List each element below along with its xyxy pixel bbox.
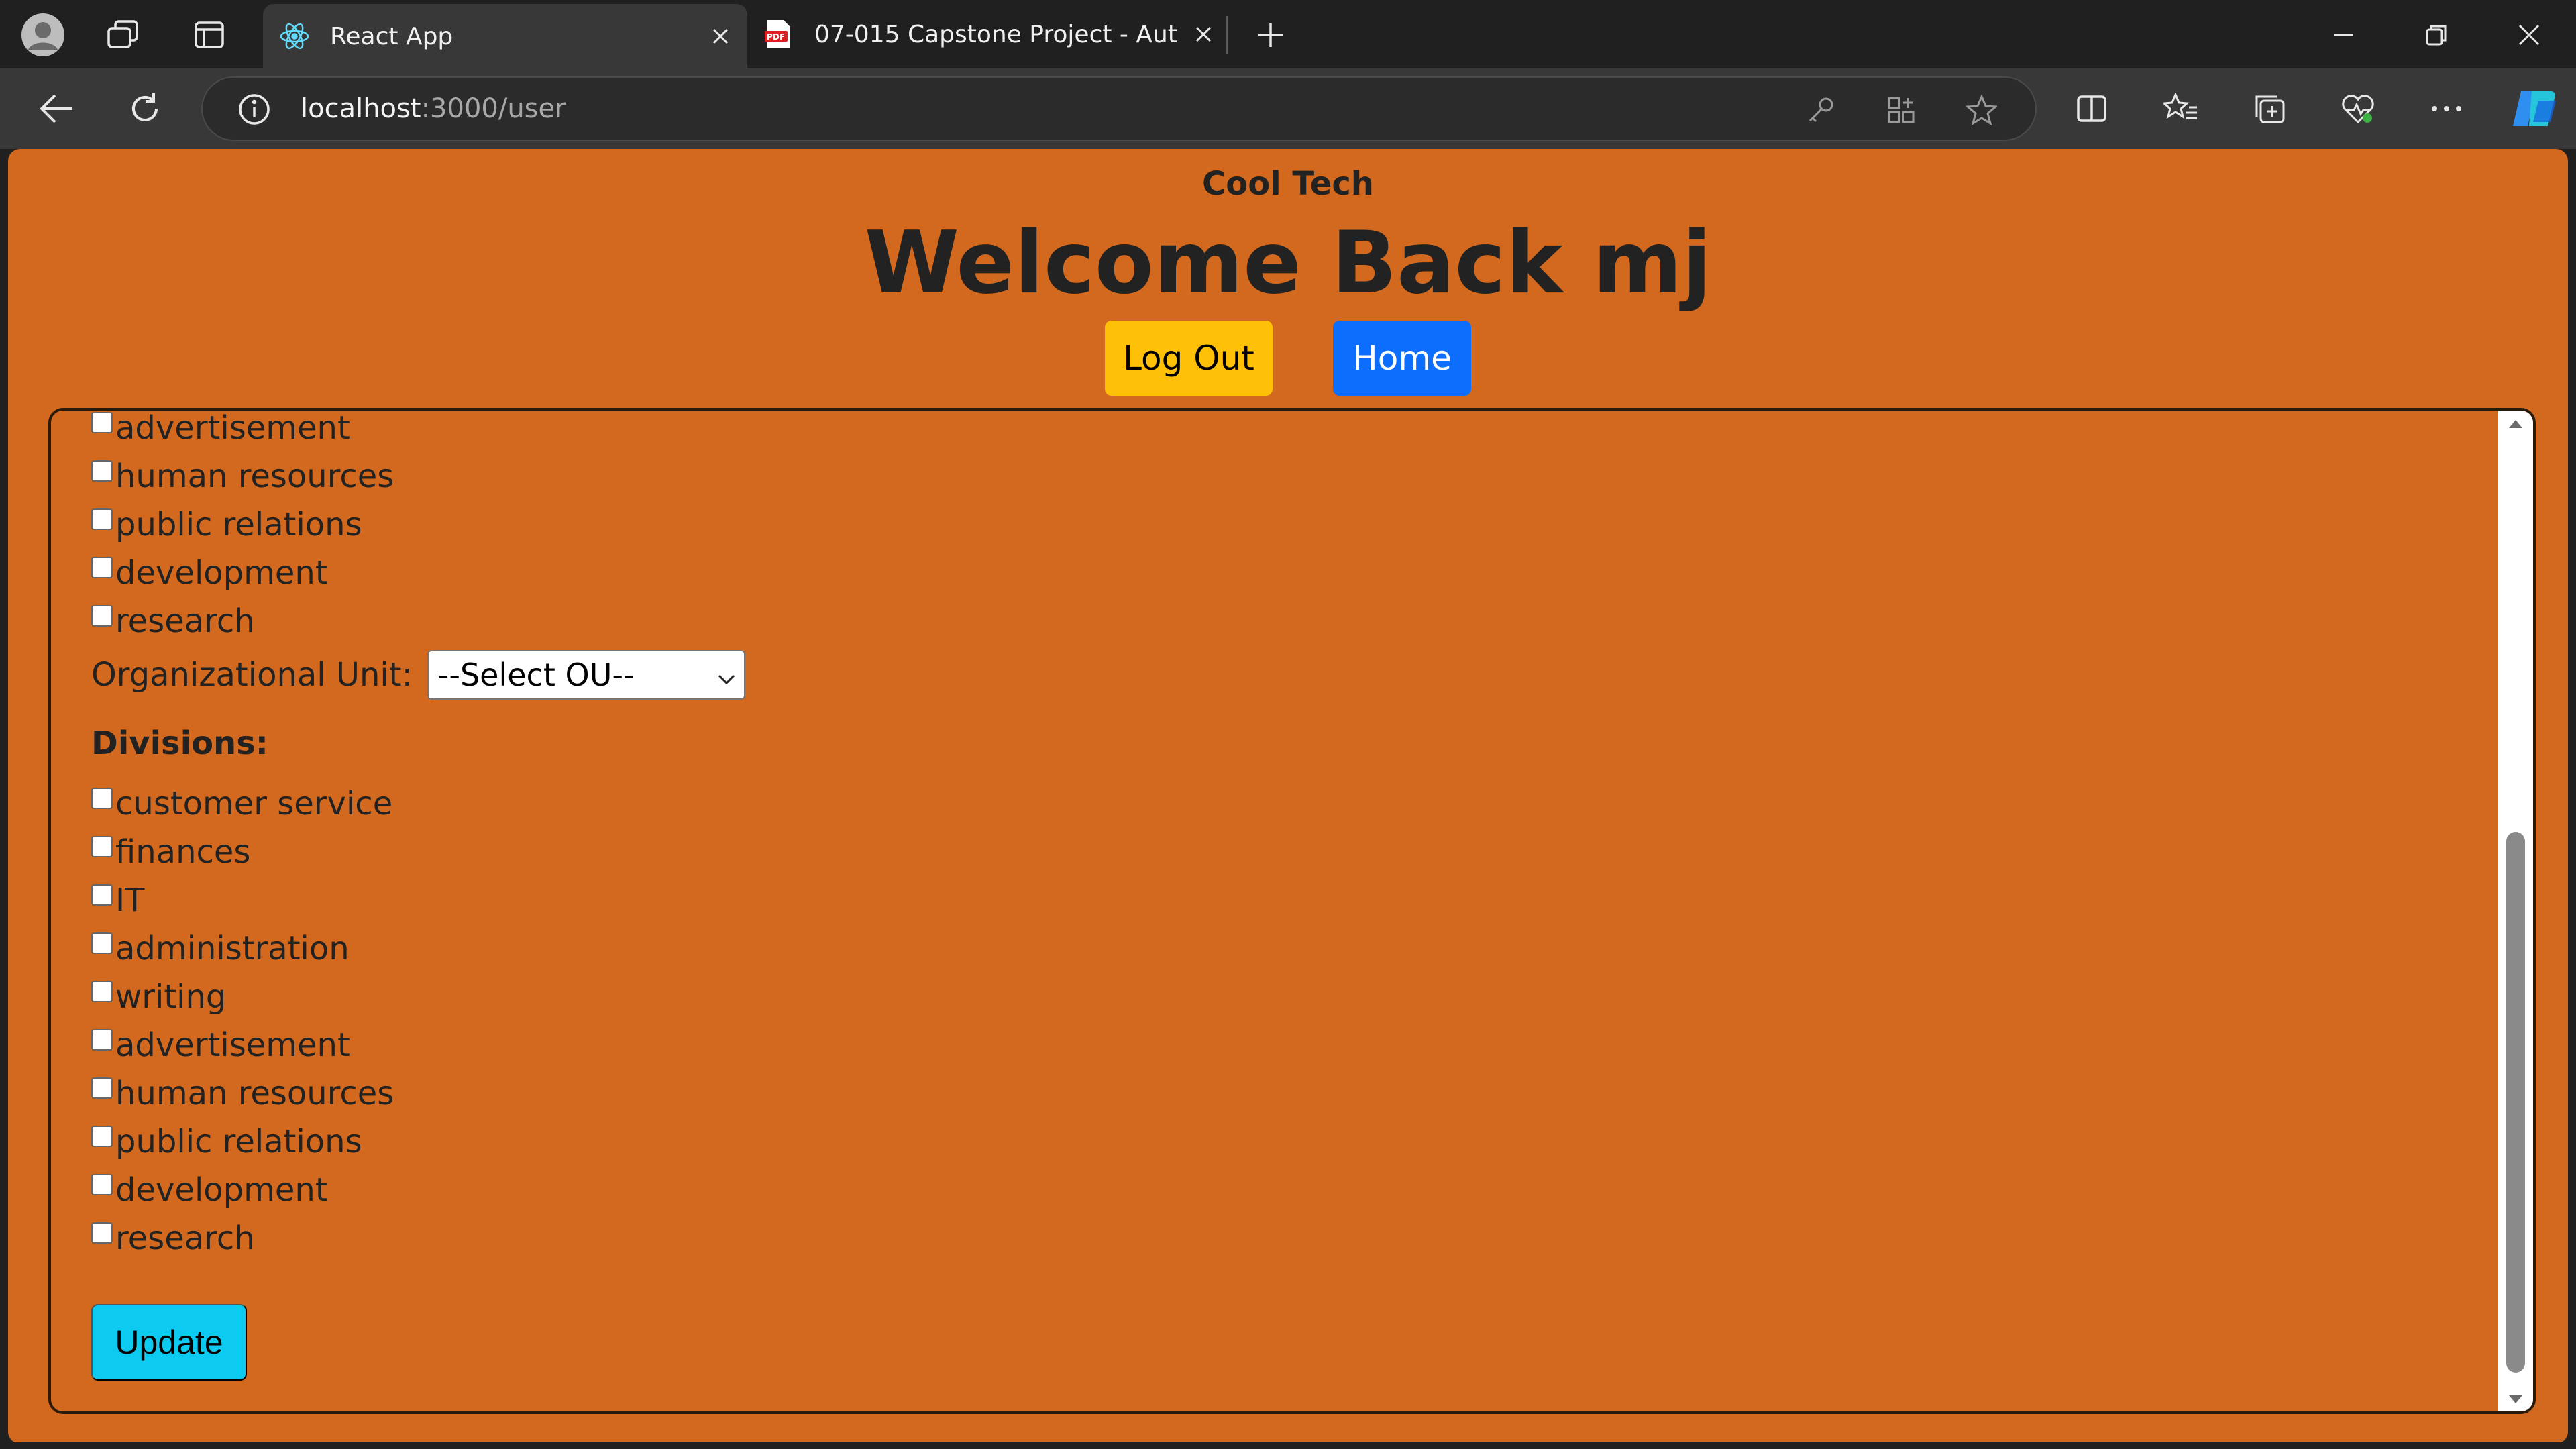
checkbox-box[interactable] [91,412,113,433]
scroll-down-arrow-icon[interactable] [2508,1391,2524,1407]
scroll-up-arrow-icon[interactable] [2508,416,2524,432]
home-button[interactable]: Home [1333,321,1471,396]
close-icon[interactable] [1189,19,1218,49]
svg-text:PDF: PDF [767,32,785,42]
tab-actions-icon[interactable] [191,16,228,54]
checkbox-label: development [115,554,328,592]
checkbox-label: research [115,602,255,640]
checkbox-development[interactable]: development [91,553,328,593]
checkbox-label: writing [115,978,227,1016]
tab-react-app[interactable]: React App [263,4,747,68]
user-form-panel[interactable]: advertisement human resources public rel… [48,408,2536,1414]
welcome-heading: Welcome Back mj [864,213,1712,313]
browser-toolbar: localhost:3000/user [0,68,2576,149]
user-form: advertisement human resources public rel… [51,409,2493,1411]
checkbox-box[interactable] [91,1174,113,1195]
checkbox-box[interactable] [91,557,113,578]
address-bar[interactable]: localhost:3000/user [201,76,2037,141]
checkbox-box[interactable] [91,1222,113,1244]
pdf-icon: PDF [762,17,796,51]
update-button[interactable]: Update [91,1304,247,1381]
checkbox-label: advertisement [115,1026,350,1064]
checkbox-box[interactable] [91,788,113,809]
minimize-icon[interactable] [2325,16,2363,54]
checkbox-box[interactable] [91,981,113,1002]
url-path: :3000/user [421,93,566,124]
checkbox-label: advertisement [115,409,350,447]
checkbox-box[interactable] [91,884,113,906]
checkbox-box[interactable] [91,1126,113,1147]
checkbox-public-relations[interactable]: public relations [91,504,362,545]
restore-icon[interactable] [2418,16,2455,54]
checkbox-box[interactable] [91,932,113,954]
window-bottom-edge [0,1442,2576,1449]
url-host: localhost [301,93,421,124]
chevron-down-icon [717,657,736,693]
close-icon[interactable] [706,21,735,51]
site-info-icon[interactable] [235,90,274,129]
url-text[interactable]: localhost:3000/user [301,93,566,124]
tab-divider [1226,16,1228,54]
checkbox-label: development [115,1171,328,1209]
checkbox-it[interactable]: IT [91,880,144,920]
split-screen-icon[interactable] [2073,90,2110,127]
checkbox-research[interactable]: research [91,601,255,641]
checkbox-advertisement[interactable]: advertisement [91,409,350,448]
checkbox-label: human resources [115,1075,394,1112]
plus-icon[interactable] [1252,16,1289,54]
checkbox-label: public relations [115,506,362,543]
brand-title: Cool Tech [1202,165,1374,203]
checkbox-box[interactable] [91,836,113,857]
page-viewport: Cool Tech Welcome Back mj Log Out Home a… [8,149,2568,1444]
checkbox-label: public relations [115,1123,362,1161]
checkbox-advertisement-division[interactable]: advertisement [91,1025,350,1065]
collections-icon[interactable] [2250,90,2289,127]
more-menu-icon[interactable] [2427,90,2466,127]
checkbox-label: finances [115,833,251,871]
ou-selected-value: --Select OU-- [437,657,635,693]
profile-avatar-icon[interactable] [17,9,68,60]
vertical-scrollbar[interactable] [2498,411,2533,1411]
checkbox-box[interactable] [91,508,113,530]
logout-button[interactable]: Log Out [1105,321,1273,396]
checkbox-box[interactable] [91,460,113,482]
ou-label: Organizational Unit: [91,656,413,694]
tab-title: 07-015 Capstone Project - Authentication [814,20,1177,48]
checkbox-public-relations-division[interactable]: public relations [91,1122,362,1162]
checkbox-box[interactable] [91,1029,113,1051]
checkbox-label: research [115,1220,255,1257]
copilot-icon[interactable] [2508,87,2559,130]
favorites-icon[interactable] [2161,90,2200,127]
checkbox-label: human resources [115,458,394,495]
browser-essentials-icon[interactable] [2339,90,2377,127]
checkbox-box[interactable] [91,1077,113,1099]
divisions-heading: Divisions: [91,724,268,762]
checkbox-human-resources[interactable]: human resources [91,456,394,496]
tab-title: React App [330,22,453,50]
checkbox-box[interactable] [91,605,113,627]
react-icon [278,19,311,53]
scrollbar-thumb[interactable] [2506,832,2525,1373]
checkbox-research-division[interactable]: research [91,1218,255,1258]
checkbox-label: administration [115,930,350,967]
close-window-icon[interactable] [2510,16,2548,54]
workspaces-icon[interactable] [103,16,144,54]
checkbox-finances[interactable]: finances [91,832,250,872]
checkbox-customer-service[interactable]: customer service [91,784,392,824]
favorite-star-icon[interactable] [1964,93,1999,127]
back-arrow-icon[interactable] [35,89,78,129]
app-install-icon[interactable] [1884,93,1919,127]
checkbox-label: customer service [115,785,393,822]
key-icon[interactable] [1803,93,1838,127]
ou-select[interactable]: --Select OU-- [427,650,745,700]
checkbox-human-resources-division[interactable]: human resources [91,1073,394,1114]
checkbox-writing[interactable]: writing [91,977,226,1017]
checkbox-label: IT [115,881,145,919]
checkbox-development-division[interactable]: development [91,1170,328,1210]
tab-capstone-pdf[interactable]: PDF 07-015 Capstone Project - Authentica… [747,0,1230,68]
ou-field: Organizational Unit: --Select OU-- [91,649,745,700]
tab-strip: React App PDF 07-015 Capstone Project - … [0,0,2576,68]
refresh-icon[interactable] [125,89,165,129]
checkbox-administration[interactable]: administration [91,928,350,969]
